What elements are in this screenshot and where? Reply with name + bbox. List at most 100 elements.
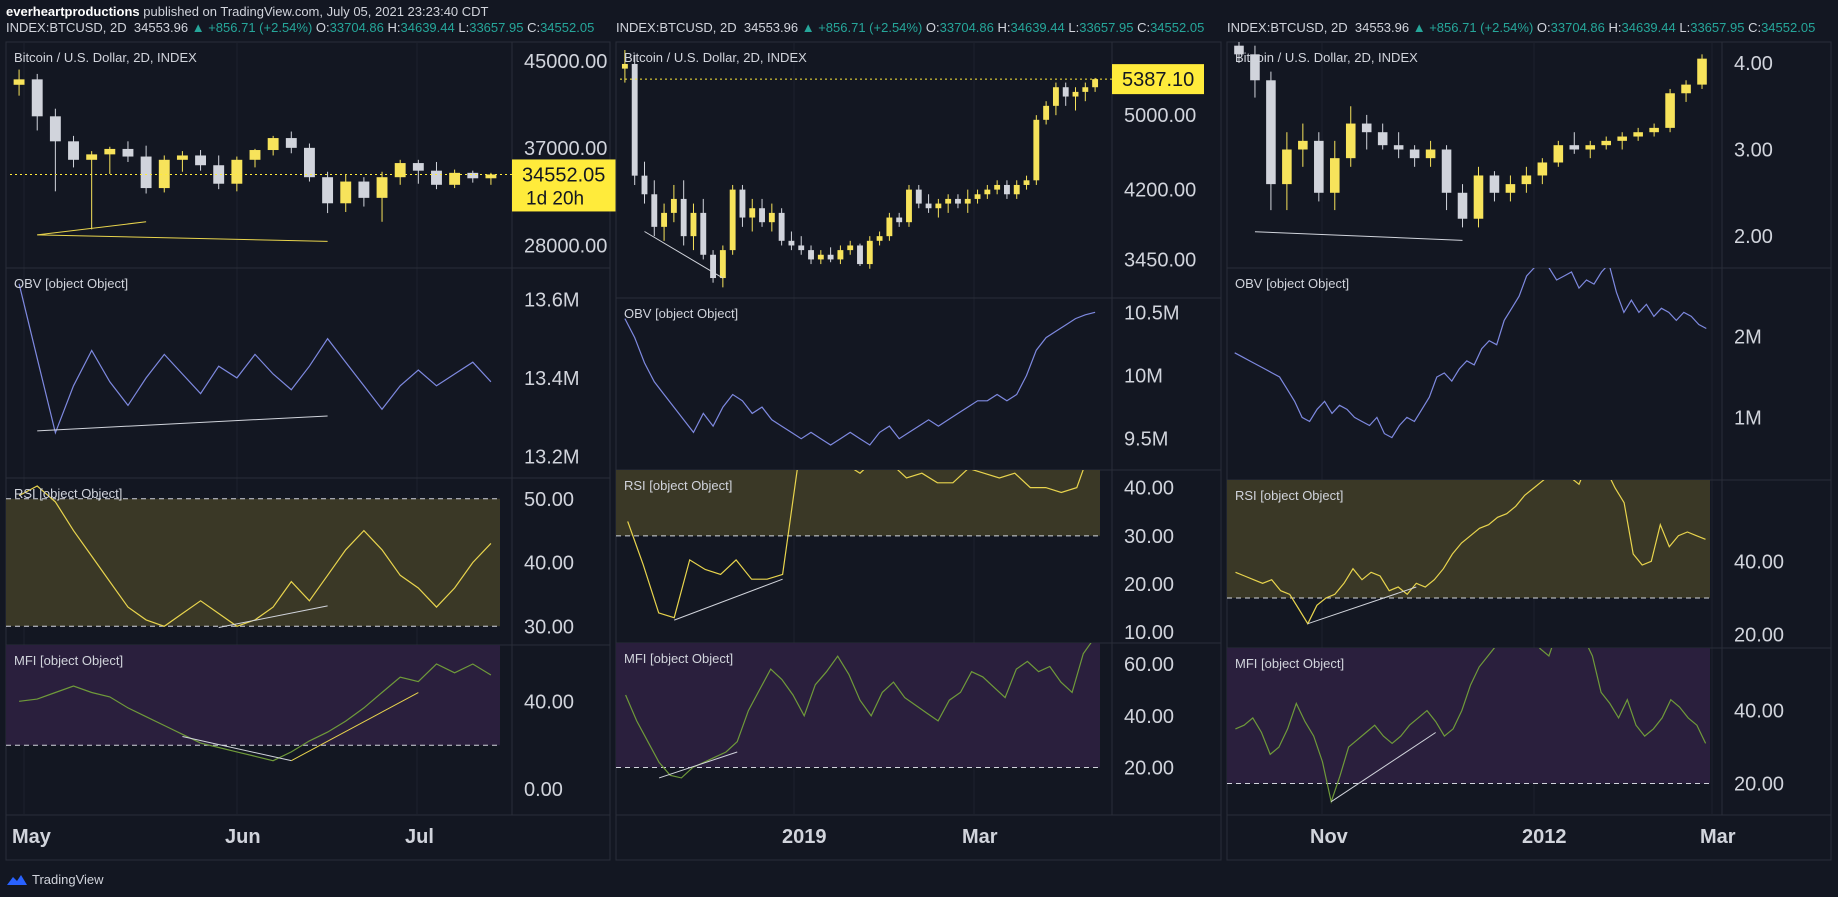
candle-down (322, 177, 334, 204)
candle-up (1505, 184, 1516, 193)
candle-down (412, 163, 424, 171)
y-tick-label: 40.00 (1734, 551, 1784, 573)
obv-pane-title: OBV [object Object] (14, 276, 128, 291)
candle-down (857, 245, 863, 265)
rsi-band (6, 498, 500, 627)
candle-up (340, 181, 352, 204)
candle-up (974, 194, 981, 199)
candle-down (1457, 192, 1468, 219)
candle-up (1023, 180, 1030, 185)
candle-up (1282, 149, 1292, 185)
y-tick-label: 40.00 (524, 553, 574, 575)
candle-down (1377, 132, 1388, 146)
candle-down (631, 63, 638, 176)
candle-up (1013, 184, 1020, 195)
tradingview-logo-icon (7, 874, 27, 885)
y-tick-label: 30.00 (524, 616, 574, 638)
candle-down (788, 240, 795, 246)
candle-down (896, 217, 903, 223)
candle-up (376, 177, 388, 198)
candle-up (485, 174, 497, 179)
candle-up (1043, 105, 1050, 120)
chart-panel-3: Bitcoin / U.S. Dollar, 2D, INDEX 4.00 3.00… (1226, 41, 1832, 861)
candle-up (249, 150, 261, 160)
y-tick-label: 40.00 (1734, 701, 1784, 723)
candle-up (13, 79, 25, 85)
candle-down (739, 189, 746, 218)
candle-down (431, 170, 442, 185)
x-tick-label: Nov (1310, 826, 1349, 848)
tradingview-footer[interactable]: TradingView (6, 872, 104, 887)
y-tick-label: 30.00 (1124, 526, 1174, 548)
y-tick-label: 45000.00 (524, 51, 607, 73)
candle-up (661, 212, 668, 227)
y-tick-label: 3.00 (1734, 140, 1773, 162)
candle-up (729, 189, 736, 251)
candle-up (719, 250, 726, 279)
candle-up (1681, 84, 1691, 94)
last-price-label: 34552.05 (522, 164, 605, 186)
y-tick-label: 40.00 (524, 691, 574, 713)
y-tick-label: 28000.00 (524, 236, 607, 258)
y-tick-label: 20.00 (1734, 774, 1784, 796)
candle-down (285, 138, 297, 148)
candle-up (994, 184, 1001, 190)
chart-panel-2: Bitcoin / U.S. Dollar, 2D, INDEX 5000.00 4… (615, 41, 1222, 861)
candle-up (906, 189, 912, 223)
y-tick-label: 60.00 (1124, 654, 1174, 676)
candle-up (1473, 175, 1484, 219)
y-tick-label: 20.00 (1124, 758, 1174, 780)
y-tick-label: 2.00 (1734, 226, 1773, 248)
candle-down (467, 172, 479, 179)
candle-up (1665, 93, 1675, 128)
candle-up (86, 154, 98, 160)
y-tick-label: 50.00 (524, 489, 574, 511)
y-tick-label: 2M (1734, 327, 1762, 349)
candle-down (1062, 87, 1069, 97)
candle-up (1649, 127, 1659, 133)
candle-up (1092, 79, 1099, 88)
candle-up (1345, 123, 1356, 159)
candle-up (267, 138, 279, 151)
footer-brand: TradingView (32, 872, 104, 887)
x-tick-label: May (12, 826, 52, 848)
charts-canvas[interactable]: Bitcoin / U.S. Dollar, 2D, INDEX 45000.00… (0, 0, 1838, 897)
candle-down (1314, 140, 1324, 193)
y-tick-label: 10M (1124, 366, 1163, 388)
candle-down (710, 254, 716, 279)
x-tick-label: Mar (1700, 826, 1736, 848)
candle-up (1425, 149, 1436, 159)
y-tick-label: 0.00 (524, 779, 563, 801)
y-tick-label: 13.4M (524, 368, 580, 390)
candle-down (1361, 123, 1372, 133)
y-tick-label: 3450.00 (1124, 249, 1196, 271)
candle-down (759, 208, 765, 223)
candle-up (876, 236, 883, 241)
candle-up (866, 240, 873, 265)
rsi-group (6, 485, 500, 629)
candle-down (213, 165, 225, 184)
y-tick-label: 10.00 (1124, 622, 1174, 644)
candle-up (670, 198, 677, 213)
candle-down (68, 141, 79, 160)
y-tick-label: 4.00 (1734, 53, 1773, 75)
price-pane-title: Bitcoin / U.S. Dollar, 2D, INDEX (14, 50, 197, 65)
candle-down (651, 194, 658, 227)
y-tick-label: 20.00 (1734, 625, 1784, 647)
candle-up (1585, 145, 1596, 150)
mfi-pane-title: MFI [object Object] (624, 651, 733, 666)
candle-down (31, 79, 43, 117)
candle-up (837, 250, 844, 260)
candle-up (984, 189, 991, 195)
candle-up (1601, 140, 1612, 146)
y-tick-label: 13.2M (524, 446, 580, 468)
candle-up (1298, 140, 1308, 150)
y-tick-label: 9.5M (1124, 429, 1168, 451)
candle-down (641, 175, 648, 195)
candle-down (798, 245, 805, 251)
candle-down (140, 156, 152, 189)
x-tick-label: Jul (405, 826, 434, 848)
candle-up (1329, 158, 1340, 193)
candle-up (886, 217, 893, 237)
candle-down (1266, 80, 1276, 185)
